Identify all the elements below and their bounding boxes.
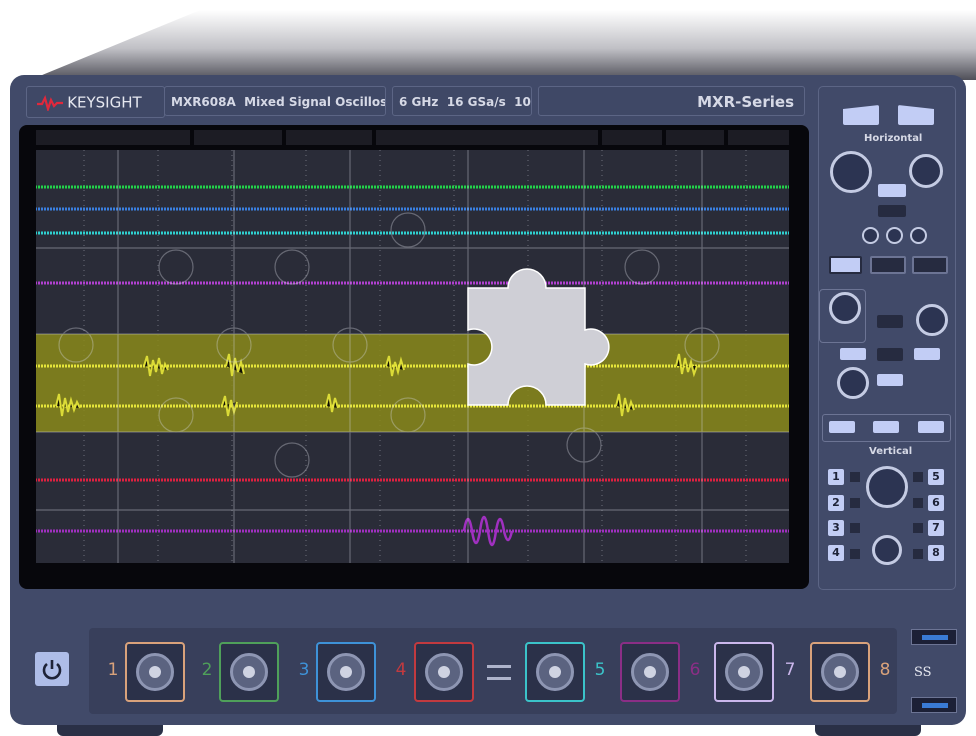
horizontal-scale-knob[interactable] xyxy=(830,151,872,193)
channel-input-label-5: 5 xyxy=(594,660,606,680)
digital-bus-separator xyxy=(487,677,511,680)
channel-input-label-8: 8 xyxy=(879,660,891,680)
channel-input-3[interactable] xyxy=(316,642,376,702)
keysight-wave-logo-icon xyxy=(37,94,63,111)
waveform-display xyxy=(36,150,789,563)
status-bar-segment xyxy=(602,130,662,145)
channel-key-1[interactable]: 1 xyxy=(828,469,844,485)
waveform-grid[interactable] xyxy=(36,150,789,563)
specs-plate: 6 GHz 16 GSa/s 10 Bit xyxy=(392,86,532,116)
function-button-3[interactable] xyxy=(918,421,944,433)
channel-input-label-6: 6 xyxy=(689,660,701,680)
small-knob-3[interactable] xyxy=(910,227,927,244)
channel-input-label-2: 2 xyxy=(201,660,213,680)
small-knob-2[interactable] xyxy=(886,227,903,244)
bnc-connector-icon xyxy=(725,653,763,691)
navigate-knob[interactable] xyxy=(916,304,948,336)
channel-input-5[interactable] xyxy=(525,642,585,702)
channel-led xyxy=(913,523,923,533)
model-plate: MXR608A Mixed Signal Oscilloscope xyxy=(164,86,386,116)
bnc-connector-icon xyxy=(230,653,268,691)
stop-mode-button[interactable] xyxy=(912,256,948,274)
horizontal-label: Horizontal xyxy=(864,133,923,144)
run-mode-button[interactable] xyxy=(829,256,862,274)
panel-button-c[interactable] xyxy=(877,374,903,386)
ss-label: SS xyxy=(914,665,932,680)
channel-input-8[interactable] xyxy=(810,642,870,702)
channel-led xyxy=(913,472,923,482)
digital-bus-separator xyxy=(487,665,511,668)
channel-input-label-7: 7 xyxy=(784,660,796,680)
function-button-1[interactable] xyxy=(829,421,855,433)
bnc-connector-icon xyxy=(536,653,574,691)
bnc-connector-icon xyxy=(327,653,365,691)
vertical-label: Vertical xyxy=(869,446,913,457)
device-shadow xyxy=(30,10,976,80)
status-bar-segment xyxy=(376,130,598,145)
cursor-knob[interactable] xyxy=(837,367,869,399)
function-button-2[interactable] xyxy=(873,421,899,433)
panel-indicator xyxy=(877,348,903,361)
power-button[interactable] xyxy=(35,652,69,686)
channel-key-8[interactable]: 8 xyxy=(928,545,944,561)
horizontal-zoom-button[interactable] xyxy=(878,184,906,197)
channel-input-label-3: 3 xyxy=(298,660,310,680)
status-bar-segment xyxy=(666,130,724,145)
vertical-scale-knob[interactable] xyxy=(866,466,908,508)
channel-led xyxy=(850,549,860,559)
panel-button-a[interactable] xyxy=(840,348,866,360)
channel-input-label-1: 1 xyxy=(107,660,119,680)
vertical-offset-knob[interactable] xyxy=(872,535,902,565)
channel-input-1[interactable] xyxy=(125,642,185,702)
status-bar-segment xyxy=(728,130,789,145)
status-bar-segment xyxy=(194,130,282,145)
model-number: MXR608A xyxy=(171,95,236,109)
channel-led xyxy=(850,498,860,508)
series-name: MXR-Series xyxy=(697,93,794,111)
channel-input-4[interactable] xyxy=(414,642,474,702)
channel-key-5[interactable]: 5 xyxy=(928,469,944,485)
bnc-connector-icon xyxy=(631,653,669,691)
channel-key-6[interactable]: 6 xyxy=(928,495,944,511)
bnc-connector-icon xyxy=(136,653,174,691)
channel-input-label-4: 4 xyxy=(395,660,407,680)
channel-input-7[interactable] xyxy=(714,642,774,702)
channel-key-2[interactable]: 2 xyxy=(828,495,844,511)
bnc-connector-icon xyxy=(425,653,463,691)
channel-input-2[interactable] xyxy=(219,642,279,702)
channel-led xyxy=(850,472,860,482)
channel-led xyxy=(850,523,860,533)
status-bar-segment xyxy=(286,130,372,145)
specs-text: 6 GHz 16 GSa/s 10 Bit xyxy=(399,95,531,109)
horizontal-indicator xyxy=(878,205,906,217)
small-knob-1[interactable] xyxy=(862,227,879,244)
usb-port-bottom[interactable] xyxy=(911,697,957,713)
usb-port-top[interactable] xyxy=(911,629,957,645)
channel-led xyxy=(913,549,923,559)
channel-key-4[interactable]: 4 xyxy=(828,545,844,561)
status-bar-segment xyxy=(36,130,190,145)
power-icon xyxy=(42,660,62,680)
model-description: Mixed Signal Oscilloscope xyxy=(244,95,385,109)
horizontal-position-knob[interactable] xyxy=(909,154,943,188)
trigger-level-knob[interactable] xyxy=(829,292,861,324)
panel-button-b[interactable] xyxy=(914,348,940,360)
channel-key-7[interactable]: 7 xyxy=(928,520,944,536)
brand-name: KEYSIGHT xyxy=(67,93,142,112)
bnc-connector-icon xyxy=(821,653,859,691)
series-plate: MXR-Series xyxy=(538,86,805,116)
channel-input-6[interactable] xyxy=(620,642,680,702)
channel-key-3[interactable]: 3 xyxy=(828,520,844,536)
brand-plate: KEYSIGHT xyxy=(26,86,165,118)
channel-led xyxy=(913,498,923,508)
trigger-indicator xyxy=(877,315,903,328)
single-mode-button[interactable] xyxy=(870,256,906,274)
